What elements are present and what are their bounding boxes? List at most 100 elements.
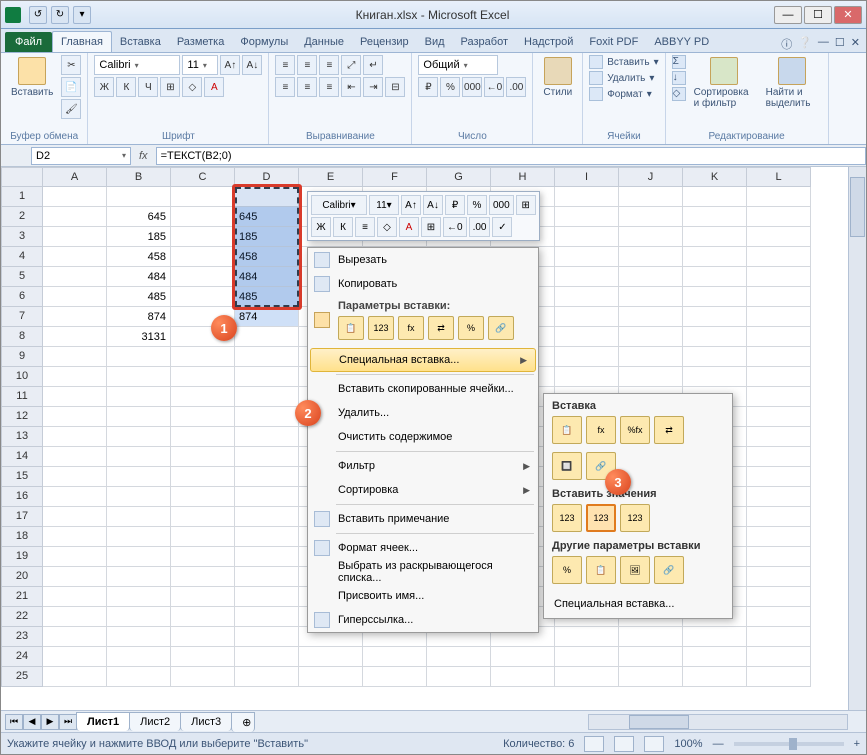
context-item[interactable]: Гиперссылка...: [308, 608, 538, 632]
row-header-5[interactable]: 5: [1, 267, 43, 287]
paste-link2-icon[interactable]: 📋: [586, 556, 616, 584]
cell-I24[interactable]: [555, 647, 619, 667]
mini-format-painter-icon[interactable]: ✓: [492, 217, 512, 237]
column-header-D[interactable]: D: [235, 167, 299, 187]
mini-borders2-icon[interactable]: ⊞: [421, 217, 441, 237]
cell-J1[interactable]: [619, 187, 683, 207]
cell-L12[interactable]: [747, 407, 811, 427]
context-item[interactable]: Сортировка▶: [308, 478, 538, 502]
zoom-out-icon[interactable]: —: [713, 738, 724, 750]
cell-B19[interactable]: [107, 547, 171, 567]
context-item[interactable]: Удалить...: [308, 401, 538, 425]
qat-undo[interactable]: ↺: [29, 6, 47, 24]
cell-A1[interactable]: [43, 187, 107, 207]
context-item[interactable]: Копировать: [308, 272, 538, 296]
column-header-H[interactable]: H: [491, 167, 555, 187]
cell-G24[interactable]: [427, 647, 491, 667]
sheet-tab-2[interactable]: Лист2: [129, 712, 181, 731]
cell-C22[interactable]: [171, 607, 235, 627]
row-header-14[interactable]: 14: [1, 447, 43, 467]
cell-B14[interactable]: [107, 447, 171, 467]
row-header-12[interactable]: 12: [1, 407, 43, 427]
file-tab[interactable]: Файл: [5, 32, 52, 52]
cell-A12[interactable]: [43, 407, 107, 427]
cell-I4[interactable]: [555, 247, 619, 267]
cell-G25[interactable]: [427, 667, 491, 687]
tab-home[interactable]: Главная: [52, 31, 112, 52]
cell-A18[interactable]: [43, 527, 107, 547]
column-header-J[interactable]: J: [619, 167, 683, 187]
cell-B16[interactable]: [107, 487, 171, 507]
row-header-17[interactable]: 17: [1, 507, 43, 527]
paste-option-icon[interactable]: 📋: [338, 316, 364, 340]
shrink-font-icon[interactable]: A↓: [242, 55, 262, 75]
column-header-G[interactable]: G: [427, 167, 491, 187]
view-normal-icon[interactable]: [584, 736, 604, 752]
increase-decimal-icon[interactable]: ←0: [484, 77, 504, 97]
tab-foxit[interactable]: Foxit PDF: [581, 32, 646, 52]
cell-J9[interactable]: [619, 347, 683, 367]
cell-D19[interactable]: [235, 547, 299, 567]
column-header-I[interactable]: I: [555, 167, 619, 187]
context-item[interactable]: Вставить примечание: [308, 507, 538, 531]
cell-B13[interactable]: [107, 427, 171, 447]
cell-K1[interactable]: [683, 187, 747, 207]
cell-A21[interactable]: [43, 587, 107, 607]
close-button[interactable]: ✕: [834, 6, 862, 24]
cell-D4[interactable]: 458: [235, 247, 299, 267]
cell-D13[interactable]: [235, 427, 299, 447]
cell-L7[interactable]: [747, 307, 811, 327]
cell-K2[interactable]: [683, 207, 747, 227]
italic-button[interactable]: К: [116, 77, 136, 97]
sheet-nav-next[interactable]: ▶: [41, 714, 59, 730]
cell-D9[interactable]: [235, 347, 299, 367]
cell-J25[interactable]: [619, 667, 683, 687]
paste-button[interactable]: Вставить: [7, 55, 57, 119]
sheet-nav-first[interactable]: ⏮: [5, 714, 23, 730]
cell-L13[interactable]: [747, 427, 811, 447]
sheet-nav-prev[interactable]: ◀: [23, 714, 41, 730]
cell-L11[interactable]: [747, 387, 811, 407]
new-sheet-button[interactable]: ⊕: [231, 712, 255, 732]
row-header-13[interactable]: 13: [1, 427, 43, 447]
row-header-22[interactable]: 22: [1, 607, 43, 627]
cell-F24[interactable]: [363, 647, 427, 667]
cell-L6[interactable]: [747, 287, 811, 307]
column-header-K[interactable]: K: [683, 167, 747, 187]
mini-grow-font-icon[interactable]: A↑: [401, 195, 421, 215]
cell-K23[interactable]: [683, 627, 747, 647]
cell-D6[interactable]: 485: [235, 287, 299, 307]
row-header-11[interactable]: 11: [1, 387, 43, 407]
borders-icon[interactable]: ⊞: [160, 77, 180, 97]
cell-A3[interactable]: [43, 227, 107, 247]
cell-A16[interactable]: [43, 487, 107, 507]
cell-C18[interactable]: [171, 527, 235, 547]
submenu-special-paste[interactable]: Специальная вставка...: [548, 594, 728, 614]
cell-D16[interactable]: [235, 487, 299, 507]
cell-D10[interactable]: [235, 367, 299, 387]
cell-L9[interactable]: [747, 347, 811, 367]
cell-D18[interactable]: [235, 527, 299, 547]
styles-button[interactable]: Стили: [539, 55, 576, 100]
currency-icon[interactable]: ₽: [418, 77, 438, 97]
column-header-B[interactable]: B: [107, 167, 171, 187]
format-painter-icon[interactable]: 🖌: [61, 99, 81, 119]
bold-button[interactable]: Ж: [94, 77, 114, 97]
cell-B1[interactable]: [107, 187, 171, 207]
cell-L4[interactable]: [747, 247, 811, 267]
cell-A22[interactable]: [43, 607, 107, 627]
cell-L25[interactable]: [747, 667, 811, 687]
comma-icon[interactable]: 000: [462, 77, 482, 97]
cell-C14[interactable]: [171, 447, 235, 467]
align-middle-icon[interactable]: ≡: [297, 55, 317, 75]
mini-font-color-icon[interactable]: A: [399, 217, 419, 237]
tab-review[interactable]: Рецензир: [352, 32, 417, 52]
cell-B8[interactable]: 3131: [107, 327, 171, 347]
cell-K5[interactable]: [683, 267, 747, 287]
tab-addins[interactable]: Надстрой: [516, 32, 581, 52]
tab-data[interactable]: Данные: [296, 32, 352, 52]
cell-L2[interactable]: [747, 207, 811, 227]
vscroll-thumb[interactable]: [850, 177, 865, 237]
paste-linked-picture-icon[interactable]: 🔗: [654, 556, 684, 584]
cell-C2[interactable]: [171, 207, 235, 227]
